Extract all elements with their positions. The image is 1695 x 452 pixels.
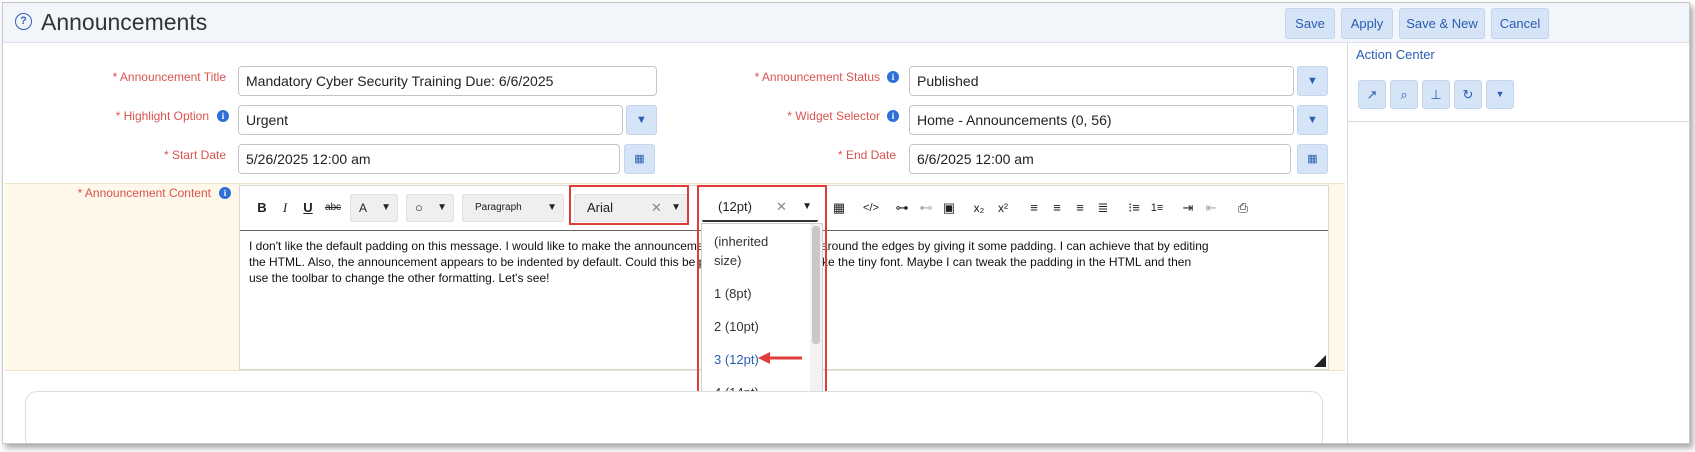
align-left-icon[interactable]: ≡ [1026,196,1042,220]
font-size-options-list[interactable]: (inherited size) 1 (8pt) 2 (10pt) 3 (12p… [701,223,823,407]
help-icon[interactable]: ? [15,13,32,30]
refresh-icon[interactable]: ↻ [1454,80,1482,109]
announcement-title-label: * Announcement Title [112,70,226,84]
calendar-icon[interactable]: ▦ [624,144,655,174]
apply-button[interactable]: Apply [1341,8,1393,39]
end-date-field[interactable]: 6/6/2025 12:00 am [909,144,1291,174]
pin-icon[interactable]: ⊥ [1422,80,1450,109]
info-icon: i [887,110,899,122]
block-format-dropdown[interactable]: Paragraph ▼ [462,194,564,222]
search-icon[interactable]: ⌕ [1390,80,1418,109]
outdent-icon[interactable]: ⇤ [1203,196,1219,220]
announcement-status-field[interactable]: Published [909,66,1294,96]
action-center-title: Action Center [1356,47,1435,62]
announcement-title-field[interactable]: Mandatory Cyber Security Training Due: 6… [238,66,657,96]
background-color-icon: ○ [415,200,423,215]
align-center-icon[interactable]: ≡ [1049,196,1065,220]
chevron-down-icon: ▼ [547,202,557,213]
font-size-option[interactable]: (inherited size) [714,232,786,270]
block-format-value: Paragraph [475,202,522,213]
open-external-icon[interactable]: ↗ [1358,80,1386,109]
bottom-panel [25,391,1323,443]
table-icon[interactable]: ▦ [830,196,848,220]
image-icon[interactable]: ▣ [940,196,958,220]
arrow-pointer-icon [758,352,802,364]
start-date-field[interactable]: 5/26/2025 12:00 am [238,144,620,174]
source-code-icon[interactable]: </> [860,196,882,220]
align-right-icon[interactable]: ≡ [1072,196,1088,220]
subscript-button[interactable]: x₂ [970,196,988,220]
font-family-highlight [569,185,689,225]
italic-button[interactable]: I [277,196,293,220]
link-icon[interactable]: ⊶ [892,196,912,220]
status-dropdown-button[interactable]: ▼ [1297,66,1328,96]
cancel-button[interactable]: Cancel [1491,8,1549,39]
indent-icon[interactable]: ⇥ [1180,196,1196,220]
bold-button[interactable]: B [254,196,270,220]
print-icon[interactable]: ⎙ [1234,196,1252,220]
page-title: Announcements [41,9,208,35]
font-size-option[interactable]: 2 (10pt) [714,317,759,336]
text-color-icon: A [359,201,368,215]
save-and-new-button[interactable]: Save & New [1399,8,1485,39]
unlink-icon[interactable]: ⊷ [916,196,936,220]
action-center-panel: Action Center ↗ ⌕ ⊥ ↻ ▼ [1347,43,1689,443]
widget-dropdown-button[interactable]: ▼ [1297,105,1328,135]
end-date-label: * End Date [837,148,896,162]
align-justify-icon[interactable]: ≣ [1095,196,1111,220]
chevron-down-icon: ▼ [381,202,391,213]
chevron-down-icon: ▼ [437,202,447,213]
info-icon: i [219,187,231,199]
bullet-list-icon[interactable]: ⁝≡ [1126,196,1142,220]
widget-selector-field[interactable]: Home - Announcements (0, 56) [909,105,1294,135]
announcement-status-label: * Announcement Status [754,70,880,84]
numbered-list-icon[interactable]: 1≡ [1149,196,1165,220]
divider [1348,121,1689,122]
info-icon: i [217,110,229,122]
font-size-option-selected[interactable]: 3 (12pt) [714,350,759,369]
calendar-icon[interactable]: ▦ [1297,144,1328,174]
highlight-option-label: * Highlight Option [115,109,209,123]
title-bar: ? Announcements Save Apply Save & New Ca… [3,3,1689,43]
text-color-dropdown[interactable]: A ▼ [350,194,398,222]
resize-handle-icon[interactable] [1314,355,1326,367]
widget-selector-label: * Widget Selector [787,109,880,123]
strikethrough-button[interactable]: abc [322,196,344,220]
highlight-option-field[interactable]: Urgent [238,105,623,135]
announcement-form-window: ? Announcements Save Apply Save & New Ca… [2,2,1690,444]
chevron-down-icon[interactable]: ▼ [1486,80,1514,109]
highlight-dropdown-button[interactable]: ▼ [626,105,657,135]
save-button[interactable]: Save [1285,8,1335,39]
background-color-dropdown[interactable]: ○ ▼ [406,194,454,222]
font-size-option[interactable]: 1 (8pt) [714,284,752,303]
scrollbar-thumb[interactable] [812,226,820,344]
underline-button[interactable]: U [300,196,316,220]
start-date-label: * Start Date [163,148,226,162]
info-icon: i [887,71,899,83]
announcement-content-label: * Announcement Content [77,186,211,200]
superscript-button[interactable]: x² [994,196,1012,220]
